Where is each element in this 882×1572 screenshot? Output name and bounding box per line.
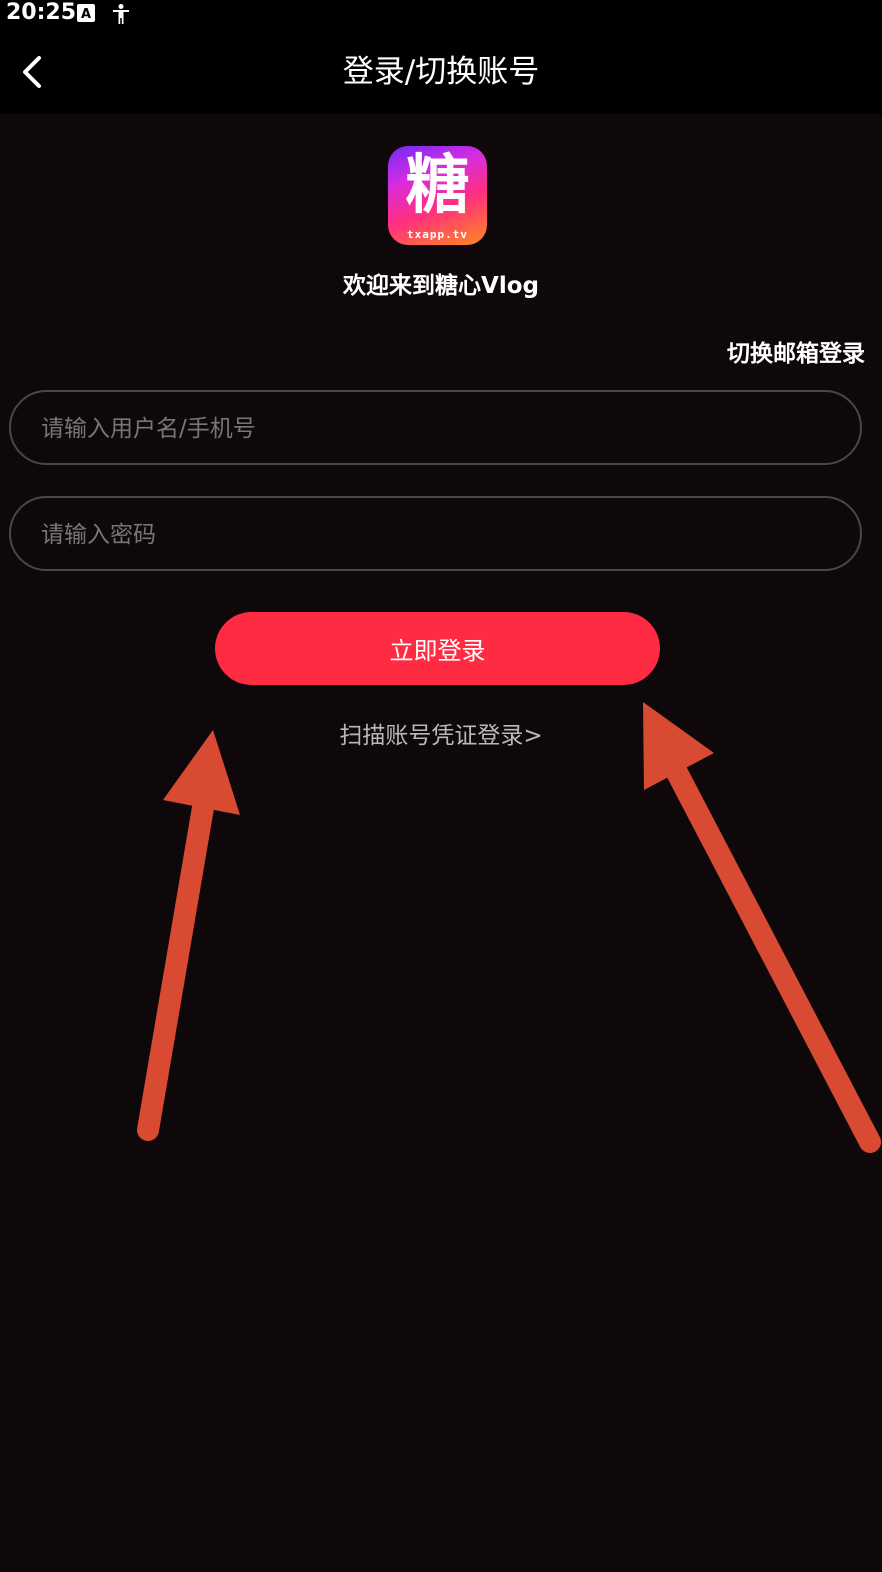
switch-email-login-link[interactable]: 切换邮箱登录 xyxy=(727,336,865,372)
translate-icon: A xyxy=(76,3,96,27)
arrow-annotation-left xyxy=(137,730,240,1141)
top-app-bar: 登录/切换账号 xyxy=(0,28,882,114)
accessibility-icon xyxy=(110,3,132,29)
arrow-annotation-right xyxy=(643,702,881,1153)
login-button[interactable]: 立即登录 xyxy=(215,612,660,685)
page-title: 登录/切换账号 xyxy=(342,54,540,90)
scan-credential-login-link[interactable]: 扫描账号凭证登录> xyxy=(0,718,882,754)
app-logo: 糖 txapp.tv xyxy=(388,146,487,245)
logo-caption: txapp.tv xyxy=(407,228,468,241)
status-bar: 20:25 A xyxy=(0,0,882,28)
svg-text:A: A xyxy=(81,7,91,22)
logo-glyph: 糖 xyxy=(405,149,470,223)
username-field[interactable] xyxy=(9,390,862,465)
status-time: 20:25 xyxy=(6,0,77,25)
welcome-text: 欢迎来到糖心Vlog xyxy=(343,273,539,299)
username-input[interactable] xyxy=(39,392,823,465)
password-field[interactable] xyxy=(9,496,862,571)
password-input[interactable] xyxy=(39,498,823,571)
